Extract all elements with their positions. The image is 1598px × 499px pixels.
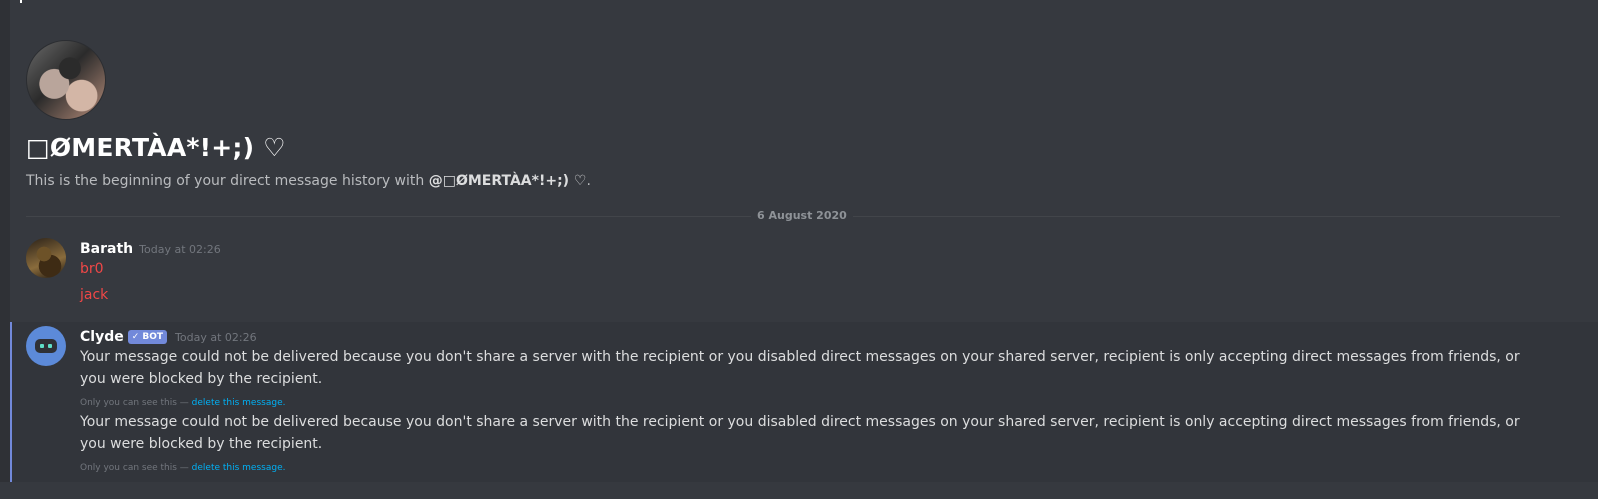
cursor-mark	[20, 0, 22, 3]
bot-tag: ✓ BOT	[127, 330, 168, 344]
robot-icon	[35, 339, 57, 353]
left-edge-strip	[0, 0, 10, 499]
delete-message-link[interactable]: delete this message.	[192, 398, 286, 408]
intro-username: @□ØMERTÀA*!+;) ♡	[428, 173, 587, 189]
author-name[interactable]: Barath	[80, 241, 133, 257]
message-content: br0	[80, 261, 104, 277]
clyde-avatar[interactable]	[26, 326, 66, 366]
ephemeral-note-text: Only you can see this —	[80, 463, 192, 473]
message-body: Clyde ✓ BOT Today at 02:26 Your message co…	[80, 326, 1566, 475]
bottom-strip	[0, 482, 1598, 499]
ephemeral-accent-bar	[10, 322, 12, 482]
message-timestamp: Today at 02:26	[139, 243, 221, 256]
intro-prefix: This is the beginning of your direct mes…	[26, 173, 429, 189]
message-content: jack	[80, 287, 109, 303]
delete-message-link[interactable]: delete this message.	[192, 463, 286, 473]
message-body: Barath Today at 02:26 br0 jack	[80, 238, 1566, 306]
user-avatar[interactable]	[26, 238, 66, 278]
message-timestamp: Today at 02:26	[175, 331, 257, 344]
intro-suffix: .	[586, 173, 591, 189]
author-name[interactable]: Clyde	[80, 329, 124, 345]
system-message-text: Your message could not be delivered beca…	[80, 349, 1520, 387]
author-line: Barath Today at 02:26	[80, 238, 1566, 258]
ephemeral-note: Only you can see this — delete this mess…	[80, 461, 1566, 475]
author-line: Clyde ✓ BOT Today at 02:26	[80, 326, 1566, 346]
dm-header: □ØMERTÀA*!+;) ♡ This is the beginning of…	[26, 40, 1566, 190]
date-divider-label: 6 August 2020	[751, 208, 853, 224]
ephemeral-note-text: Only you can see this —	[80, 398, 192, 408]
ephemeral-note: Only you can see this — delete this mess…	[80, 396, 1566, 410]
dm-intro-text: This is the beginning of your direct mes…	[26, 172, 1566, 190]
recipient-avatar[interactable]	[26, 40, 106, 120]
recipient-name-title: □ØMERTÀA*!+;) ♡	[26, 133, 286, 162]
system-message-text: Your message could not be delivered beca…	[80, 414, 1520, 452]
